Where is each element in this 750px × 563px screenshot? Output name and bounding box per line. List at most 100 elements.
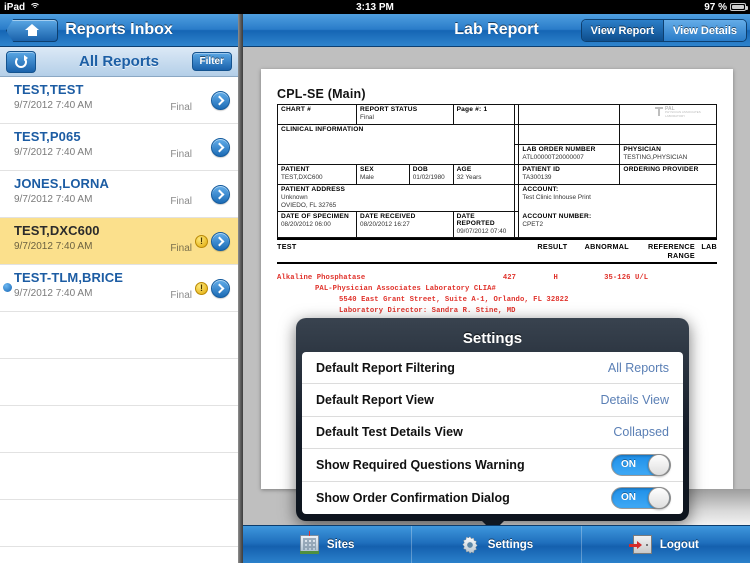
tab-settings[interactable]: Settings	[412, 526, 582, 563]
list-item[interactable]: TEST-TLM,BRICE 9/7/2012 7:40 AM Final!	[0, 265, 238, 312]
table-row: PATIENT ADDRESS Unknown OVIEDO, FL 32765…	[276, 184, 717, 238]
disclosure-button[interactable]	[211, 279, 230, 298]
list-item-empty	[0, 500, 238, 547]
settings-row-label: Show Required Questions Warning	[316, 457, 525, 472]
lab-logo-mark	[655, 107, 663, 116]
disclosure-button[interactable]	[211, 138, 230, 157]
age-label: AGE	[456, 166, 472, 173]
refresh-button[interactable]	[6, 51, 36, 73]
sex-value: Male	[360, 174, 374, 181]
view-mode-segmented-control[interactable]: View Report View Details	[580, 19, 747, 42]
lab-footer-line: 5540 East Grant Street, Suite A-1, Orlan…	[339, 296, 569, 305]
status-bar-clock: 3:13 PM	[356, 1, 394, 13]
building-icon	[299, 531, 319, 554]
tab-label: Settings	[487, 538, 534, 551]
table-row: PATIENT TEST,DXC600 SEX Male DOB 01/02/1…	[276, 164, 717, 185]
result-test-name: Alkaline Phosphatase	[277, 274, 366, 282]
home-icon	[25, 24, 39, 37]
segment-view-report[interactable]: View Report	[581, 20, 663, 41]
lab-footer-line: PAL-Physician Associates Laboratory CLIA…	[315, 285, 496, 294]
disclosure-button[interactable]	[211, 185, 230, 204]
cell-date-specimen: DATE OF SPECIMEN 08/20/2012 06:00	[276, 211, 358, 238]
list-item-status: Final	[170, 243, 192, 254]
tab-label: Sites	[326, 538, 355, 551]
account-label: ACCOUNT:	[522, 186, 559, 193]
table-row: CHART # REPORT STATUS Final Page #: 1	[276, 104, 717, 125]
list-item[interactable]: TEST,P065 9/7/2012 7:40 AM Final	[0, 124, 238, 171]
column-header-test: TEST	[277, 242, 297, 251]
detail-navbar: Lab Report View Report View Details	[243, 14, 750, 47]
settings-row[interactable]: Default Test Details View Collapsed	[302, 417, 683, 450]
settings-dialog: Settings Default Report Filtering All Rep…	[296, 318, 689, 532]
list-item-status: Final	[170, 196, 192, 207]
results-column-headers: TEST RESULT ABNORMAL REFERENCE RANGE LAB	[277, 238, 717, 264]
disclosure-button[interactable]	[211, 232, 230, 251]
cell-patient-address: PATIENT ADDRESS Unknown OVIEDO, FL 32765	[276, 184, 516, 212]
date-of-specimen-value: 08/20/2012 06:00	[281, 221, 331, 228]
lab-order-number-label: LAB ORDER NUMBER	[522, 146, 596, 153]
date-received-label: DATE RECEIVED	[360, 213, 416, 220]
cell-account: ACCOUNT: Test Clinic Inhouse Print ACCOU…	[518, 184, 717, 238]
settings-row[interactable]: Show Required Questions Warning ON	[302, 449, 683, 482]
cell-physician: PHYSICIAN TESTING,PHYSICIAN	[619, 144, 717, 165]
cell-ordering-provider: ORDERING PROVIDER	[619, 164, 717, 185]
cell-lab-order-number: LAB ORDER NUMBER ATL00000T20000007	[518, 144, 621, 165]
cell-spacer-10	[513, 211, 520, 238]
result-abnormal-flag: H	[553, 274, 558, 282]
patient-address-line1: Unknown	[281, 194, 308, 201]
ipad-app-screen: iPad 3:13 PM 97 % Reports Inbox All Repo…	[0, 0, 750, 563]
list-item-patient-name: TEST,P065	[14, 129, 81, 144]
page-number-label: Page #: 1	[456, 106, 488, 113]
toggle-switch[interactable]: ON	[611, 486, 671, 509]
tab-label: Logout	[659, 538, 699, 551]
toggle-switch[interactable]: ON	[611, 453, 671, 476]
result-reference-range: 35-126 U/L	[604, 274, 649, 282]
list-item-patient-name: TEST,TEST	[14, 82, 84, 97]
list-item-empty	[0, 453, 238, 500]
patient-value: TEST,DXC600	[281, 174, 323, 181]
settings-row-label: Default Report Filtering	[316, 360, 455, 375]
warning-icon: !	[195, 235, 208, 248]
home-button[interactable]	[6, 19, 58, 42]
tab-logout[interactable]: Logout	[582, 526, 750, 563]
filter-button[interactable]: Filter	[191, 52, 232, 71]
cell-chart: CHART #	[276, 104, 358, 125]
cell-clinical-information: CLINICAL INFORMATION	[276, 124, 516, 165]
cell-spacer-6	[619, 124, 717, 145]
ordering-provider-label: ORDERING PROVIDER	[623, 166, 699, 173]
disclosure-button[interactable]	[211, 91, 230, 110]
toggle-state-label: ON	[621, 459, 636, 471]
report-header-title: CPL-SE (Main)	[277, 87, 366, 101]
report-header-grid: CHART # REPORT STATUS Final Page #: 1 CL…	[276, 104, 717, 238]
list-item-status: Final	[170, 149, 192, 160]
segment-view-details[interactable]: View Details	[663, 20, 746, 41]
list-item-status: Final	[170, 290, 192, 301]
physician-value: TESTING,PHYSICIAN	[623, 154, 688, 161]
settings-row[interactable]: Default Report View Details View	[302, 384, 683, 417]
clinical-information-label: CLINICAL INFORMATION	[281, 126, 364, 133]
list-item[interactable]: TEST,TEST 9/7/2012 7:40 AM Final	[0, 77, 238, 124]
account-number-label: ACCOUNT NUMBER:	[522, 213, 592, 220]
list-item[interactable]: JONES,LORNA 9/7/2012 7:40 AM Final	[0, 171, 238, 218]
result-value: 427	[502, 274, 517, 282]
master-title: Reports Inbox	[65, 21, 173, 38]
cell-date-reported: DATE REPORTED 09/07/2012 07:40	[452, 211, 516, 238]
cell-spacer-5	[518, 124, 621, 145]
tab-sites[interactable]: Sites	[243, 526, 413, 563]
gear-icon	[460, 535, 480, 555]
settings-row[interactable]: Default Report Filtering All Reports	[302, 352, 683, 385]
column-header-abnormal: ABNORMAL	[584, 242, 629, 251]
results-block: Alkaline Phosphatase 427 H 35-126 U/L PAL-Ph…	[277, 273, 717, 318]
settings-row[interactable]: Show Order Confirmation Dialog ON	[302, 482, 683, 514]
dob-label: DOB	[412, 166, 428, 173]
cell-page: Page #: 1	[452, 104, 516, 125]
logout-door-icon	[628, 535, 652, 554]
list-item[interactable]: TEST,DXC600 9/7/2012 7:40 AM Final!	[0, 218, 238, 265]
refresh-icon	[15, 55, 28, 68]
cell-patient-id: PATIENT ID TA300139	[518, 164, 621, 185]
column-header-reference-range: REFERENCE RANGE	[647, 242, 695, 260]
lab-footer-line: Laboratory Director: Sandra R. Stine, MD	[339, 307, 516, 316]
patient-address-label: PATIENT ADDRESS	[281, 186, 346, 193]
chart-label: CHART #	[281, 106, 311, 113]
reports-list[interactable]: TEST,TEST 9/7/2012 7:40 AM Final TEST,P065 9…	[0, 77, 238, 563]
